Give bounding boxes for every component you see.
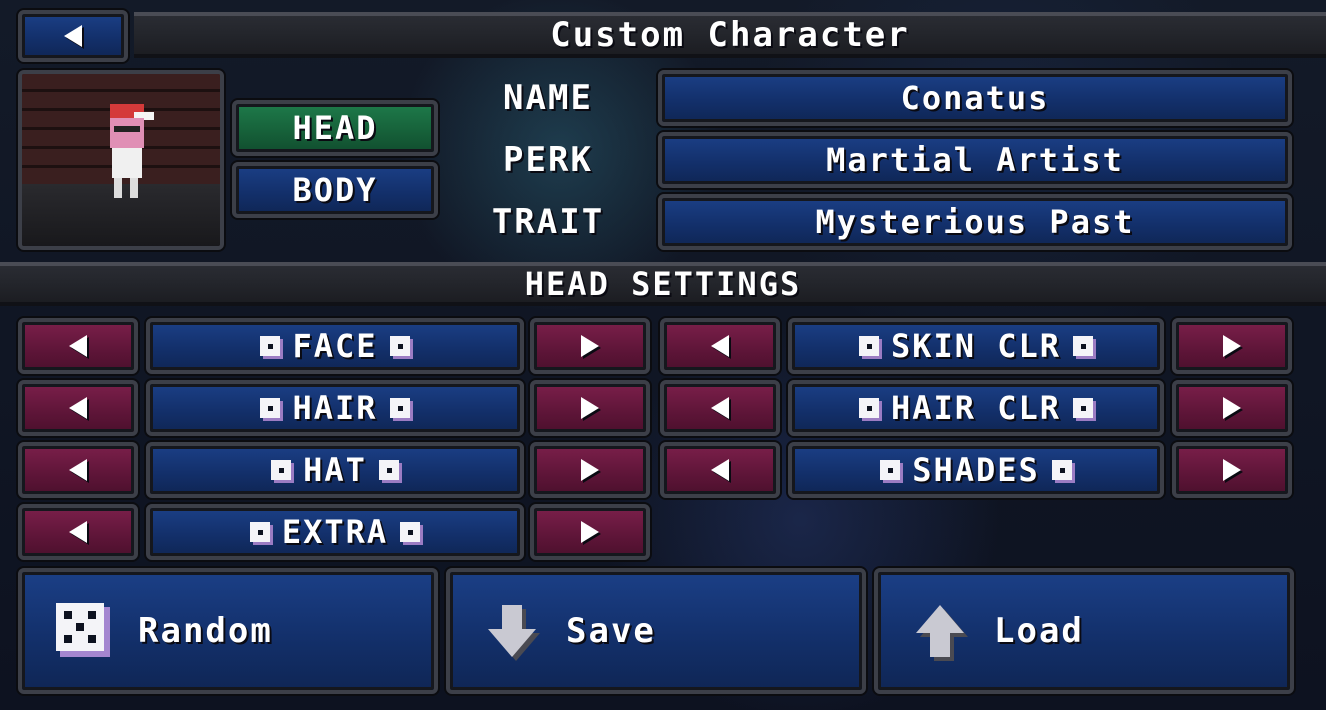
right-arrow-icon bbox=[581, 521, 599, 543]
tab-body-label: BODY bbox=[292, 171, 378, 209]
hair-clr-prev-button[interactable] bbox=[660, 380, 780, 436]
perk-selector[interactable]: Martial Artist bbox=[658, 132, 1292, 188]
perk-label: PERK bbox=[503, 140, 593, 180]
hair-random-button[interactable]: HAIR bbox=[146, 380, 524, 436]
back-button[interactable] bbox=[18, 10, 128, 62]
hair-prev-button[interactable] bbox=[18, 380, 138, 436]
face-next-button[interactable] bbox=[530, 318, 650, 374]
right-arrow-icon bbox=[1223, 459, 1241, 481]
extra-random-button[interactable]: EXTRA bbox=[146, 504, 524, 560]
left-arrow-icon bbox=[69, 397, 87, 419]
title-bar: Custom Character bbox=[134, 12, 1326, 58]
dice-icon bbox=[260, 398, 281, 418]
dice-icon bbox=[858, 336, 879, 356]
character-sprite bbox=[104, 104, 154, 204]
extra-prev-button[interactable] bbox=[18, 504, 138, 560]
perk-value: Martial Artist bbox=[826, 141, 1124, 179]
dice-icon bbox=[378, 460, 399, 480]
right-arrow-icon bbox=[581, 397, 599, 419]
load-label: Load bbox=[994, 611, 1084, 651]
save-button[interactable]: Save bbox=[446, 568, 866, 694]
shades-random-button[interactable]: SHADES bbox=[788, 442, 1164, 498]
hair-clr-label: HAIR CLR bbox=[890, 389, 1062, 427]
dice-icon bbox=[1073, 336, 1094, 356]
upload-arrow-icon bbox=[908, 599, 972, 663]
hair-label: HAIR bbox=[292, 389, 378, 427]
dice-icon bbox=[389, 336, 410, 356]
face-label: FACE bbox=[292, 327, 378, 365]
character-preview bbox=[18, 70, 224, 250]
shades-prev-button[interactable] bbox=[660, 442, 780, 498]
hat-prev-button[interactable] bbox=[18, 442, 138, 498]
tab-head-label: HEAD bbox=[292, 109, 378, 147]
dice-icon bbox=[260, 336, 281, 356]
random-button[interactable]: Random bbox=[18, 568, 438, 694]
left-arrow-icon bbox=[711, 335, 729, 357]
dice-icon bbox=[400, 522, 421, 542]
trait-value: Mysterious Past bbox=[815, 203, 1135, 241]
right-arrow-icon bbox=[1223, 397, 1241, 419]
back-arrow-icon bbox=[64, 25, 82, 47]
left-arrow-icon bbox=[711, 459, 729, 481]
name-value: Conatus bbox=[900, 79, 1050, 117]
dice-icon bbox=[389, 398, 410, 418]
page-title: Custom Character bbox=[550, 15, 910, 55]
name-label: NAME bbox=[503, 78, 593, 118]
load-button[interactable]: Load bbox=[874, 568, 1294, 694]
extra-label: EXTRA bbox=[281, 513, 389, 551]
hair-next-button[interactable] bbox=[530, 380, 650, 436]
extra-next-button[interactable] bbox=[530, 504, 650, 560]
skin-clr-random-button[interactable]: SKIN CLR bbox=[788, 318, 1164, 374]
tab-head[interactable]: HEAD bbox=[232, 100, 438, 156]
dice-icon bbox=[249, 522, 270, 542]
hair-clr-random-button[interactable]: HAIR CLR bbox=[788, 380, 1164, 436]
skin-clr-next-button[interactable] bbox=[1172, 318, 1292, 374]
right-arrow-icon bbox=[581, 335, 599, 357]
dice-icon bbox=[858, 398, 879, 418]
shades-next-button[interactable] bbox=[1172, 442, 1292, 498]
save-label: Save bbox=[566, 611, 656, 651]
shades-label: SHADES bbox=[912, 451, 1040, 489]
left-arrow-icon bbox=[711, 397, 729, 419]
section-title: HEAD SETTINGS bbox=[524, 265, 802, 303]
face-random-button[interactable]: FACE bbox=[146, 318, 524, 374]
hat-random-button[interactable]: HAT bbox=[146, 442, 524, 498]
right-arrow-icon bbox=[1223, 335, 1241, 357]
section-title-bar: HEAD SETTINGS bbox=[0, 262, 1326, 306]
left-arrow-icon bbox=[69, 459, 87, 481]
random-label: Random bbox=[138, 611, 273, 651]
download-arrow-icon bbox=[480, 599, 544, 663]
dice-icon bbox=[880, 460, 901, 480]
skin-clr-prev-button[interactable] bbox=[660, 318, 780, 374]
trait-selector[interactable]: Mysterious Past bbox=[658, 194, 1292, 250]
dice-icon bbox=[1073, 398, 1094, 418]
trait-label: TRAIT bbox=[491, 202, 605, 242]
left-arrow-icon bbox=[69, 521, 87, 543]
hat-label: HAT bbox=[303, 451, 367, 489]
dice-icon bbox=[52, 599, 116, 663]
face-prev-button[interactable] bbox=[18, 318, 138, 374]
hair-clr-next-button[interactable] bbox=[1172, 380, 1292, 436]
tab-body[interactable]: BODY bbox=[232, 162, 438, 218]
dice-icon bbox=[271, 460, 292, 480]
right-arrow-icon bbox=[581, 459, 599, 481]
hat-next-button[interactable] bbox=[530, 442, 650, 498]
skin-clr-label: SKIN CLR bbox=[890, 327, 1062, 365]
dice-icon bbox=[1051, 460, 1072, 480]
name-field[interactable]: Conatus bbox=[658, 70, 1292, 126]
left-arrow-icon bbox=[69, 335, 87, 357]
